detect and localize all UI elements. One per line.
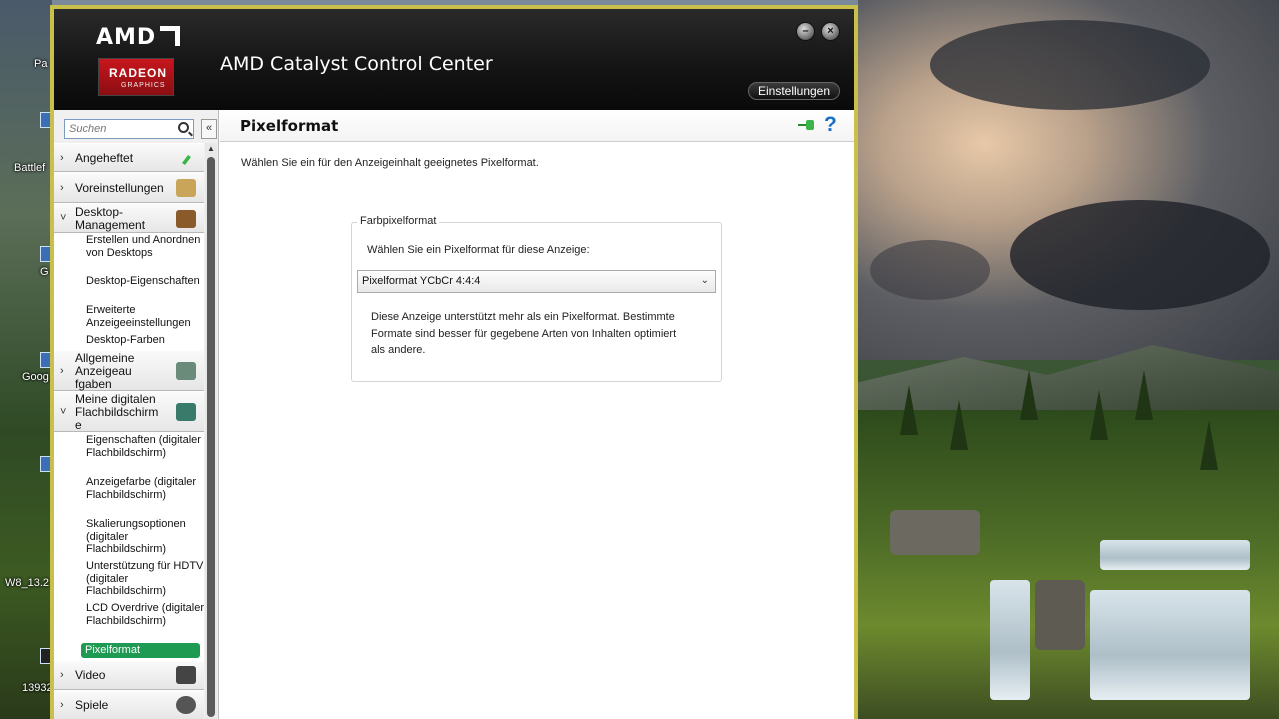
video-icon — [176, 666, 196, 684]
page-intro: Wählen Sie ein für den Anzeigeinhalt gee… — [241, 157, 539, 169]
wallpaper-waterfall — [990, 580, 1030, 700]
scrollbar-thumb[interactable] — [207, 157, 215, 717]
expand-arrow-icon: › — [60, 182, 64, 194]
nav-category-label: Spiele — [75, 698, 109, 712]
wallpaper-cloud — [870, 240, 990, 300]
desktop-icon-label: 13932 — [22, 682, 53, 694]
window-header: AMD RADEON GRAPHICS AMD Catalyst Control… — [54, 9, 854, 110]
nav-item-create-arrange-desktops[interactable]: Erstellen und Anordnen von Desktops — [54, 233, 204, 274]
nav-item-advanced-display-settings[interactable]: Erweiterte Anzeigeeinstellungen — [54, 302, 204, 332]
search-icon[interactable] — [178, 122, 189, 133]
wallpaper-tree — [1090, 390, 1108, 440]
display-tasks-icon — [176, 362, 196, 380]
expand-arrow-icon: › — [60, 669, 64, 681]
wallpaper-tree — [950, 400, 968, 450]
main-header: Pixelformat ? — [220, 110, 854, 142]
pin-page-icon[interactable] — [798, 118, 816, 132]
wallpaper-cloud — [1010, 200, 1270, 310]
wallpaper-tree — [1200, 420, 1218, 470]
desktop-icon[interactable]: G — [0, 246, 54, 278]
select-value: Pixelformat YCbCr 4:4:4 — [362, 275, 481, 287]
pixelformat-select[interactable]: Pixelformat YCbCr 4:4:4 ⌄ — [357, 270, 716, 293]
nav-item-pixelformat[interactable]: Pixelformat — [54, 642, 204, 660]
scroll-up-arrow-icon[interactable]: ▲ — [205, 143, 217, 155]
nav-category-video[interactable]: › Video — [54, 660, 204, 690]
desktop-icon-label: Goog — [22, 371, 49, 383]
nav-category-games[interactable]: › Spiele — [54, 690, 204, 719]
nav-category-label: Allgemeine Anzeigeaufgaben — [75, 351, 135, 391]
search-box — [64, 119, 194, 139]
pixelformat-description: Diese Anzeige unterstützt mehr als ein P… — [371, 311, 677, 356]
window-content: AMD RADEON GRAPHICS AMD Catalyst Control… — [54, 9, 854, 719]
close-button[interactable]: × — [821, 22, 840, 41]
nav-category-label: Desktop-Management — [75, 205, 146, 232]
desktop-icon[interactable]: Battlef — [0, 112, 54, 174]
amd-arrow-icon — [160, 26, 180, 46]
wallpaper-tree — [900, 385, 918, 435]
nav-item-label: Pixelformat — [81, 643, 200, 658]
nav-category-label: Meine digitalen Flachbildschirme — [75, 392, 159, 432]
nav-tree: › Angeheftet › Voreinstellungen ˅ Deskto… — [54, 143, 204, 719]
sidebar: « › Angeheftet › Voreinstellungen ˅ De — [54, 110, 219, 719]
nav-item-desktop-properties[interactable]: Desktop-Eigenschaften — [54, 274, 204, 302]
minimize-button[interactable]: – — [796, 22, 815, 41]
desktop-icon[interactable]: W8_13.2 — [0, 456, 54, 589]
app-title: AMD Catalyst Control Center — [220, 53, 493, 75]
desktop-icon[interactable]: 13932 — [0, 648, 54, 694]
wallpaper-rock — [890, 510, 980, 555]
desktop-icon-label: W8_13.2 — [5, 577, 50, 589]
nav-category-digital-flatpanels[interactable]: ˅ Meine digitalen Flachbildschirme — [54, 391, 204, 432]
nav-category-presets[interactable]: › Voreinstellungen — [54, 172, 204, 203]
search-input[interactable] — [65, 120, 173, 138]
nav-item-lcd-overdrive[interactable]: LCD Overdrive (digitaler Flachbildschirm… — [54, 600, 204, 642]
nav-category-pinned[interactable]: › Angeheftet — [54, 143, 204, 172]
nav-category-label: Voreinstellungen — [75, 181, 164, 195]
catalyst-window: AMD RADEON GRAPHICS AMD Catalyst Control… — [50, 5, 858, 719]
wallpaper-rock — [1035, 580, 1085, 650]
desktop-icon-label: Pa — [34, 58, 48, 70]
settings-button[interactable]: Einstellungen — [748, 82, 840, 100]
logo-brand: AMD — [96, 25, 157, 50]
wallpaper-cloud — [930, 20, 1210, 110]
nav-category-display-tasks[interactable]: › Allgemeine Anzeigeaufgaben — [54, 350, 204, 391]
logo-product: RADEON — [109, 66, 168, 80]
nav-item-flatpanel-color[interactable]: Anzeigefarbe (digitaler Flachbildschirm) — [54, 474, 204, 516]
wallpaper-waterfall — [1100, 540, 1250, 570]
nav-item-flatpanel-properties[interactable]: Eigenschaften (digitaler Flachbildschirm… — [54, 432, 204, 474]
nav-item-hdtv-support[interactable]: Unterstützung für HDTV (digitaler Flachb… — [54, 558, 204, 600]
nav-item-desktop-colors[interactable]: Desktop-Farben — [54, 332, 204, 350]
expand-arrow-icon: › — [60, 365, 64, 377]
chevron-down-icon: ⌄ — [700, 275, 709, 286]
wallpaper-tree — [1020, 370, 1038, 420]
collapse-arrow-icon: ˅ — [60, 406, 67, 418]
desktop-icon-label: Battlef — [14, 162, 46, 174]
amd-radeon-logo: AMD RADEON GRAPHICS — [90, 20, 184, 102]
wallpaper-waterfall — [1090, 590, 1250, 700]
nav-category-desktop-management[interactable]: ˅ Desktop-Management — [54, 203, 204, 233]
collapse-sidebar-button[interactable]: « — [201, 119, 217, 139]
flatpanel-icon — [176, 403, 196, 421]
sidebar-scrollbar[interactable]: ▲ — [205, 143, 217, 719]
nav-category-label: Angeheftet — [75, 151, 134, 165]
expand-arrow-icon: › — [60, 699, 64, 711]
select-label: Wählen Sie ein Pixelformat für diese Anz… — [367, 244, 590, 256]
nav-item-scaling-options[interactable]: Skalierungsoptionen (digitaler Flachbild… — [54, 516, 204, 558]
help-icon[interactable]: ? — [824, 113, 837, 137]
main-panel: Pixelformat ? Wählen Sie ein für den Anz… — [220, 110, 854, 719]
games-icon — [176, 696, 196, 714]
desktop-management-icon — [176, 210, 196, 228]
collapse-arrow-icon: ˅ — [60, 212, 67, 224]
desktop-icon[interactable]: Goog — [0, 352, 54, 383]
nav-category-label: Video — [75, 668, 106, 682]
pin-icon — [176, 149, 196, 167]
color-pixelformat-group: Farbpixelformat Wählen Sie ein Pixelform… — [351, 215, 722, 382]
page-title: Pixelformat — [240, 117, 339, 135]
wallpaper-tree — [1135, 370, 1153, 420]
radeon-badge: RADEON GRAPHICS — [98, 58, 174, 96]
group-label: Farbpixelformat — [357, 215, 440, 227]
logo-sub: GRAPHICS — [121, 82, 166, 89]
presets-icon — [176, 179, 196, 197]
expand-arrow-icon: › — [60, 152, 64, 164]
desktop-icon-label: G — [40, 266, 49, 278]
